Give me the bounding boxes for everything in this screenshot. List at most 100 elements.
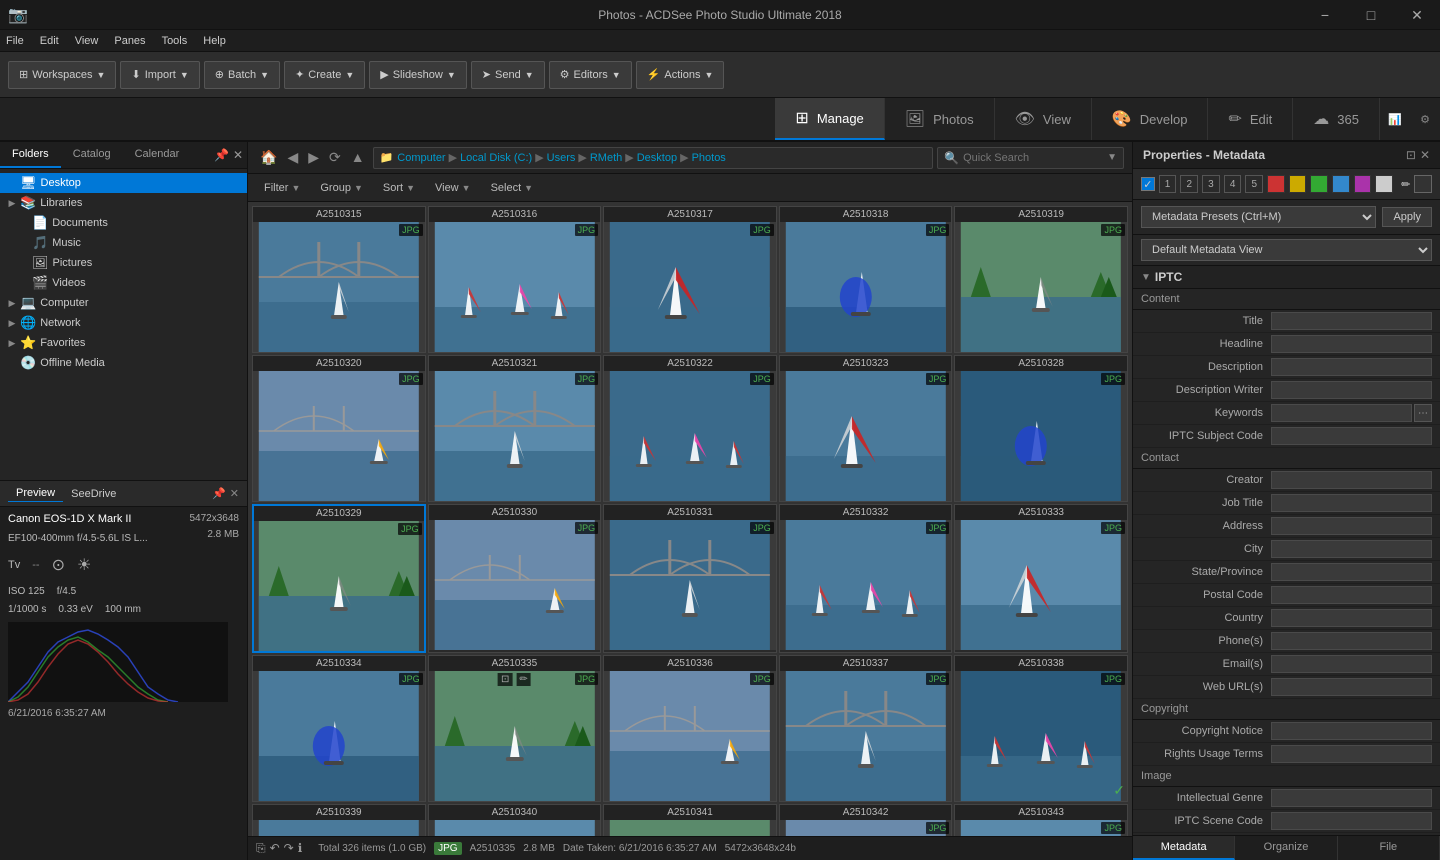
rights-usage-value[interactable] xyxy=(1271,745,1432,763)
photo-cell-A2510343[interactable]: A2510343 JPG✓ xyxy=(954,804,1128,836)
color-green[interactable] xyxy=(1310,175,1328,193)
postal-value[interactable] xyxy=(1271,586,1432,604)
sidebar-close-icon[interactable]: ✕ xyxy=(233,148,243,162)
title-value[interactable] xyxy=(1271,312,1432,330)
tab-view[interactable]: 👁 View xyxy=(995,98,1092,140)
web-value[interactable] xyxy=(1271,678,1432,696)
color-red[interactable] xyxy=(1267,175,1285,193)
bottom-tab-file[interactable]: File xyxy=(1338,836,1440,860)
tab-edit[interactable]: ✏ Edit xyxy=(1208,98,1293,140)
tree-item-favorites[interactable]: ▶ ⭐ Favorites xyxy=(0,333,247,353)
photo-cell-A2510335[interactable]: A2510335 JPG⊡✏ xyxy=(428,655,602,802)
minimize-button[interactable]: − xyxy=(1302,0,1348,30)
copy-icon[interactable]: ⎘ xyxy=(256,841,266,856)
color-yellow[interactable] xyxy=(1289,175,1307,193)
chart-icon[interactable]: 📊 xyxy=(1380,98,1410,140)
photo-cell-A2510316[interactable]: A2510316 JPG xyxy=(428,206,602,353)
tree-item-network[interactable]: ▶ 🌐 Network xyxy=(0,313,247,333)
address-value[interactable] xyxy=(1271,517,1432,535)
photo-cell-A2510320[interactable]: A2510320 JPG xyxy=(252,355,426,502)
copyright-notice-value[interactable] xyxy=(1271,722,1432,740)
color-blue[interactable] xyxy=(1332,175,1350,193)
slideshow-button[interactable]: ▶ Slideshow ▼ xyxy=(369,61,467,89)
menu-edit[interactable]: Edit xyxy=(40,35,59,47)
settings-gear-icon[interactable]: ⚙ xyxy=(1410,98,1440,140)
iptc-subject-value[interactable] xyxy=(1271,427,1432,445)
sidebar-pin-icon[interactable]: 📌 xyxy=(214,148,229,162)
photo-cell-A2510319[interactable]: A2510319 JPG xyxy=(954,206,1128,353)
search-input[interactable] xyxy=(963,152,1103,164)
search-dropdown-icon[interactable]: ▼ xyxy=(1107,152,1117,163)
breadcrumb-desktop[interactable]: Desktop xyxy=(637,152,677,164)
meta-num-4[interactable]: 4 xyxy=(1224,175,1242,193)
maximize-button[interactable]: □ xyxy=(1348,0,1394,30)
meta-num-2[interactable]: 2 xyxy=(1180,175,1198,193)
properties-expand-icon[interactable]: ⊡ xyxy=(1406,148,1416,162)
intellectual-genre-value[interactable] xyxy=(1271,789,1432,807)
photo-cell-A2510341[interactable]: A2510341 xyxy=(603,804,777,836)
refresh-button[interactable]: ⟳ xyxy=(325,147,345,168)
bottom-tab-organize[interactable]: Organize xyxy=(1235,836,1337,860)
keywords-value[interactable] xyxy=(1271,404,1412,422)
select-button[interactable]: Select ▼ xyxy=(483,180,542,196)
tree-item-libraries[interactable]: ▶ 📚 Libraries xyxy=(0,193,247,213)
desc-writer-value[interactable] xyxy=(1271,381,1432,399)
batch-button[interactable]: ⊕ Batch ▼ xyxy=(204,61,280,89)
photo-cell-A2510333[interactable]: A2510333 JPG xyxy=(954,504,1128,653)
breadcrumb-rmeth[interactable]: RMeth xyxy=(590,152,622,164)
photo-cell-A2510328[interactable]: A2510328 JPG xyxy=(954,355,1128,502)
create-button[interactable]: ✦ Create ▼ xyxy=(284,61,365,89)
breadcrumb-localdisk[interactable]: Local Disk (C:) xyxy=(460,152,532,164)
state-value[interactable] xyxy=(1271,563,1432,581)
filter-button[interactable]: Filter ▼ xyxy=(256,180,308,196)
menu-help[interactable]: Help xyxy=(203,35,226,47)
info-icon[interactable]: ℹ xyxy=(298,841,303,856)
tab-develop[interactable]: 🎨 Develop xyxy=(1092,98,1209,140)
apply-button[interactable]: Apply xyxy=(1382,207,1432,227)
redo-icon[interactable]: ↷ xyxy=(284,841,294,856)
phones-value[interactable] xyxy=(1271,632,1432,650)
sidebar-tab-folders[interactable]: Folders xyxy=(0,142,61,168)
tree-item-offline-media[interactable]: 💿 Offline Media xyxy=(0,353,247,373)
up-button[interactable]: ▲ xyxy=(347,147,369,168)
sort-button[interactable]: Sort ▼ xyxy=(375,180,423,196)
photo-cell-A2510330[interactable]: A2510330 JPG xyxy=(428,504,602,653)
photo-cell-A2510323[interactable]: A2510323 JPG xyxy=(779,355,953,502)
photo-cell-A2510337[interactable]: A2510337 JPG xyxy=(779,655,953,802)
photo-cell-A2510338[interactable]: A2510338 JPG✓ xyxy=(954,655,1128,802)
city-value[interactable] xyxy=(1271,540,1432,558)
sidebar-tab-catalog[interactable]: Catalog xyxy=(61,142,123,168)
preview-tab-seedrive[interactable]: SeeDrive xyxy=(63,486,124,502)
breadcrumb-users[interactable]: Users xyxy=(547,152,576,164)
photo-cell-A2510318[interactable]: A2510318 JPG xyxy=(779,206,953,353)
preview-close-icon[interactable]: ✕ xyxy=(230,487,239,500)
country-value[interactable] xyxy=(1271,609,1432,627)
preview-tab-preview[interactable]: Preview xyxy=(8,485,63,502)
metadata-view-select[interactable]: Default Metadata View xyxy=(1141,239,1432,261)
workspaces-button[interactable]: ⊞ Workspaces ▼ xyxy=(8,61,116,89)
photo-cell-A2510331[interactable]: A2510331 JPG xyxy=(603,504,777,653)
menu-panes[interactable]: Panes xyxy=(114,35,145,47)
tree-item-computer[interactable]: ▶ 💻 Computer xyxy=(0,293,247,313)
menu-view[interactable]: View xyxy=(75,35,99,47)
close-button[interactable]: ✕ xyxy=(1394,0,1440,30)
tree-item-pictures[interactable]: 🖼 Pictures xyxy=(0,253,247,273)
iptc-header[interactable]: ▼ IPTC xyxy=(1133,266,1440,289)
properties-close-icon[interactable]: ✕ xyxy=(1420,148,1430,162)
description-value[interactable] xyxy=(1271,358,1432,376)
send-button[interactable]: ➤ Send ▼ xyxy=(471,61,545,89)
color-purple[interactable] xyxy=(1354,175,1372,193)
photo-cell-A2510334[interactable]: A2510334 JPG xyxy=(252,655,426,802)
metadata-preset-select[interactable]: Metadata Presets (Ctrl+M) xyxy=(1141,206,1376,228)
photo-cell-A2510317[interactable]: A2510317 JPG xyxy=(603,206,777,353)
job-title-value[interactable] xyxy=(1271,494,1432,512)
photo-cell-A2510342[interactable]: A2510342 JPG xyxy=(779,804,953,836)
photo-cell-A2510339[interactable]: A2510339 xyxy=(252,804,426,836)
bottom-tab-metadata[interactable]: Metadata xyxy=(1133,836,1235,860)
meta-checkbox-1[interactable]: ✓ xyxy=(1141,177,1155,191)
photo-cell-A2510329[interactable]: A2510329 JPG xyxy=(252,504,426,653)
actions-button[interactable]: ⚡ Actions ▼ xyxy=(636,61,725,89)
meta-num-3[interactable]: 3 xyxy=(1202,175,1220,193)
creator-value[interactable] xyxy=(1271,471,1432,489)
photo-cell-A2510336[interactable]: A2510336 JPG xyxy=(603,655,777,802)
